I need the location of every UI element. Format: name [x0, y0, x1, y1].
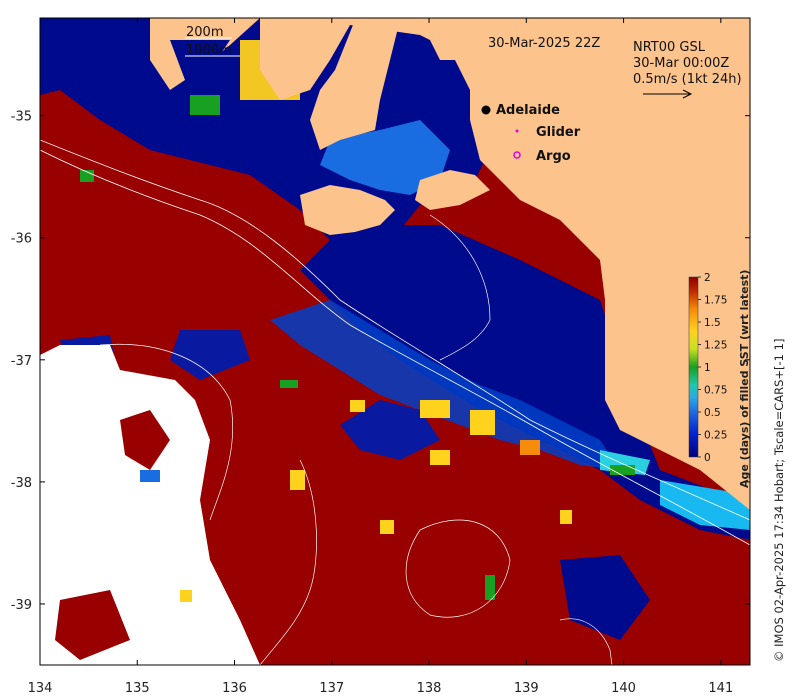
colorbar	[688, 276, 699, 458]
colorbar-tick-label: 0	[704, 452, 711, 464]
patch	[280, 380, 298, 388]
y-tick-label: -39	[11, 598, 32, 613]
colorbar-tick-label: 0.25	[704, 430, 727, 442]
map-time-title: 30-Mar-2025 22Z	[488, 36, 600, 51]
y-tick-label: -35	[11, 110, 32, 125]
colorbar-tick-label: 0.75	[704, 385, 727, 397]
legend-argo: Argo	[536, 149, 571, 164]
x-tick-label: 137	[319, 681, 344, 696]
patch	[610, 465, 635, 475]
patch	[520, 440, 540, 455]
colorbar-tick-label: 1	[704, 362, 711, 374]
x-tick-label: 140	[611, 681, 636, 696]
patch	[430, 450, 450, 465]
patch	[180, 590, 192, 602]
patch	[420, 400, 450, 418]
patch	[485, 575, 495, 600]
map-plot-area	[40, 18, 750, 665]
patch	[380, 520, 394, 534]
patch	[290, 470, 305, 490]
colorbar-tick-label: 2	[704, 272, 711, 284]
colorbar-tick-label: 1.5	[704, 317, 721, 329]
glider-marker-icon	[515, 129, 519, 133]
x-tick-label: 139	[514, 681, 539, 696]
x-tick-label: 136	[222, 681, 247, 696]
legend-glider: Glider	[536, 125, 581, 140]
y-tick-label: -38	[11, 476, 32, 491]
colorbar-tick-label: 1.25	[704, 340, 727, 352]
patch	[140, 470, 160, 482]
y-tick-label: -36	[11, 232, 32, 247]
current-source-label: NRT00 GSL	[633, 40, 706, 55]
patch	[560, 510, 572, 524]
patch	[190, 95, 220, 115]
colorbar-tick-label: 1.75	[704, 295, 727, 307]
x-tick-label: 138	[417, 681, 442, 696]
adelaide-marker-icon	[481, 105, 491, 115]
colorbar-title: Age (days) of filled SST (wrt latest)	[738, 270, 751, 488]
colorbar-tick-label: 0.5	[704, 407, 721, 419]
x-tick-label: 135	[125, 681, 150, 696]
credit-text: © IMOS 02-Apr-2025 17:34 Hobart; Tscale=…	[772, 339, 786, 662]
contour-label-200m: 200m	[186, 25, 223, 40]
y-tick-label: -37	[11, 354, 32, 369]
legend-adelaide: Adelaide	[496, 103, 560, 118]
patch	[470, 410, 495, 435]
patch	[350, 400, 365, 412]
contour-label-1000m: 1000m	[186, 43, 232, 58]
x-tick-label: 141	[708, 681, 733, 696]
current-time-label: 30-Mar 00:00Z	[633, 56, 729, 71]
current-scale-label: 0.5m/s (1kt 24h)	[633, 72, 742, 87]
x-tick-label: 134	[28, 681, 53, 696]
sst-age-map: 134 135 136 137 138 139 140 141 -35 -36 -37 -38 -39…	[11, 17, 786, 696]
